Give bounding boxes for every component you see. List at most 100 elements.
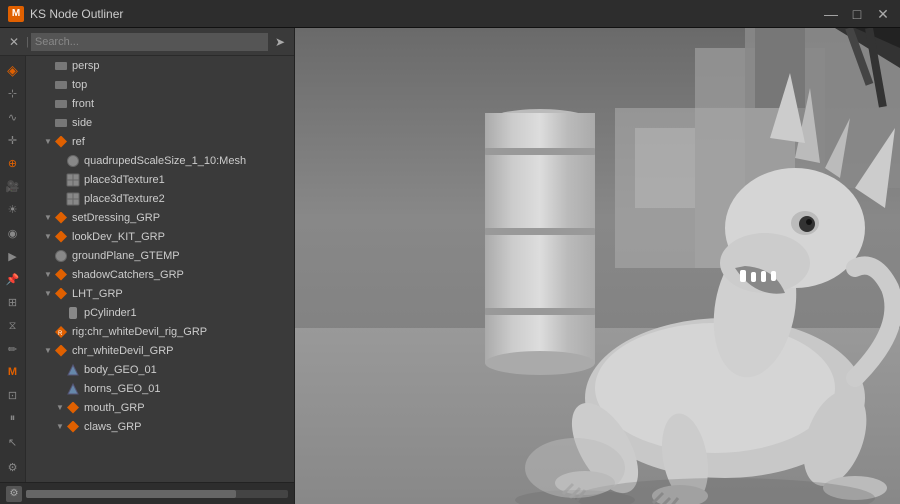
expand-body bbox=[54, 364, 66, 376]
tool-time-icon[interactable]: ⧖ bbox=[2, 315, 24, 336]
label-top: top bbox=[72, 79, 87, 91]
tree-item-quadruped[interactable]: quadrupedScaleSize_1_10:Mesh bbox=[26, 151, 294, 170]
label-lht: LHT_GRP bbox=[72, 288, 123, 300]
tool-pause2-icon[interactable]: ⏸ bbox=[2, 408, 24, 429]
tree-item-lht[interactable]: LHT_GRP bbox=[26, 284, 294, 303]
left-panel: ✕ | ➤ ◈ ⊹ ∿ ✛ ⊕ 🎥 ☀ ◉ ▶ 📌 ⊞ ⧖ ✏ M bbox=[0, 28, 295, 504]
minimize-button[interactable]: — bbox=[822, 5, 840, 23]
tool-box-icon[interactable]: ⊡ bbox=[2, 385, 24, 406]
horizontal-scrollbar[interactable] bbox=[26, 490, 288, 498]
tool-pin-icon[interactable]: 📌 bbox=[2, 269, 24, 290]
group-icon-lookdev bbox=[54, 230, 68, 244]
outliner-content: ◈ ⊹ ∿ ✛ ⊕ 🎥 ☀ ◉ ▶ 📌 ⊞ ⧖ ✏ M ⊡ ⏸ ↖ ⚙ bbox=[0, 56, 294, 482]
tree-item-top[interactable]: top bbox=[26, 75, 294, 94]
tool-light-icon[interactable]: ☀ bbox=[2, 199, 24, 220]
maximize-button[interactable]: □ bbox=[848, 5, 866, 23]
titlebar: M KS Node Outliner — □ ✕ bbox=[0, 0, 900, 28]
group-icon-claws bbox=[66, 420, 80, 434]
tool-paint-icon[interactable]: ∿ bbox=[2, 106, 24, 127]
tool-grid-icon[interactable]: ⊞ bbox=[2, 292, 24, 313]
expand-claws[interactable] bbox=[54, 421, 66, 433]
tree-item-mouth[interactable]: mouth_GRP bbox=[26, 398, 294, 417]
expand-rig bbox=[42, 326, 54, 338]
tree-item-horns[interactable]: horns_GEO_01 bbox=[26, 379, 294, 398]
tool-m-icon[interactable]: M bbox=[2, 362, 24, 383]
tree-item-persp[interactable]: persp bbox=[26, 56, 294, 75]
tree-item-front[interactable]: front bbox=[26, 94, 294, 113]
tool-select-icon[interactable]: ◈ bbox=[2, 60, 24, 81]
tool-edit-icon[interactable]: ✏ bbox=[2, 339, 24, 360]
label-persp: persp bbox=[72, 60, 100, 72]
app-icon: M bbox=[8, 6, 24, 22]
label-lookdev: lookDev_KIT_GRP bbox=[72, 231, 165, 243]
tree-item-pcylinder[interactable]: pCylinder1 bbox=[26, 303, 294, 322]
camera-icon-side bbox=[54, 116, 68, 130]
expand-texture1 bbox=[54, 174, 66, 186]
status-bar: ⚙ bbox=[0, 482, 294, 504]
tree-item-lookdev[interactable]: lookDev_KIT_GRP bbox=[26, 227, 294, 246]
search-input[interactable] bbox=[31, 33, 268, 51]
tool-snap-icon[interactable]: ⊕ bbox=[2, 153, 24, 174]
label-quadruped: quadrupedScaleSize_1_10:Mesh bbox=[84, 155, 246, 167]
label-chr: chr_whiteDevil_GRP bbox=[72, 345, 173, 357]
tool-move-icon[interactable]: ✛ bbox=[2, 130, 24, 151]
tool-material2-icon[interactable]: ◉ bbox=[2, 223, 24, 244]
clear-button[interactable]: ✕ bbox=[4, 32, 24, 52]
tree-item-texture1[interactable]: place3dTexture1 bbox=[26, 170, 294, 189]
toolbar-separator: | bbox=[26, 36, 29, 48]
arrow-button[interactable]: ➤ bbox=[270, 32, 290, 52]
group-icon-setdressing bbox=[54, 211, 68, 225]
tool-lasso-icon[interactable]: ⊹ bbox=[2, 83, 24, 104]
label-texture2: place3dTexture2 bbox=[84, 193, 165, 205]
mesh-icon-ground bbox=[54, 249, 68, 263]
expand-quadruped bbox=[54, 155, 66, 167]
tool-camera2-icon[interactable]: 🎥 bbox=[2, 176, 24, 197]
window-controls: — □ ✕ bbox=[822, 5, 892, 23]
tree-item-body[interactable]: body_GEO_01 bbox=[26, 360, 294, 379]
window-title: KS Node Outliner bbox=[30, 7, 816, 21]
tool-arrow2-icon[interactable]: ↖ bbox=[2, 432, 24, 453]
label-claws: claws_GRP bbox=[84, 421, 141, 433]
camera-icon-front bbox=[54, 97, 68, 111]
expand-ref[interactable] bbox=[42, 136, 54, 148]
expand-chr[interactable] bbox=[42, 345, 54, 357]
label-shadowcatchers: shadowCatchers_GRP bbox=[72, 269, 184, 281]
outliner-tree[interactable]: persp top front side bbox=[26, 56, 294, 482]
tree-item-shadowcatchers[interactable]: shadowCatchers_GRP bbox=[26, 265, 294, 284]
tree-item-claws[interactable]: claws_GRP bbox=[26, 417, 294, 436]
tree-item-setdressing[interactable]: setDressing_GRP bbox=[26, 208, 294, 227]
expand-setdressing[interactable] bbox=[42, 212, 54, 224]
group-icon-rig: R bbox=[54, 325, 68, 339]
label-rig: rig:chr_whiteDevil_rig_GRP bbox=[72, 326, 207, 338]
tool-gear2-icon[interactable]: ⚙ bbox=[2, 457, 24, 478]
tree-item-texture2[interactable]: place3dTexture2 bbox=[26, 189, 294, 208]
geo-icon-horns bbox=[66, 382, 80, 396]
close-button[interactable]: ✕ bbox=[874, 5, 892, 23]
label-horns: horns_GEO_01 bbox=[84, 383, 160, 395]
tree-item-side[interactable]: side bbox=[26, 113, 294, 132]
label-front: front bbox=[72, 98, 94, 110]
geo-icon-body bbox=[66, 363, 80, 377]
expand-shadowcatchers[interactable] bbox=[42, 269, 54, 281]
label-body: body_GEO_01 bbox=[84, 364, 157, 376]
tree-item-groundplane[interactable]: groundPlane_GTEMP bbox=[26, 246, 294, 265]
expand-horns bbox=[54, 383, 66, 395]
expand-lookdev[interactable] bbox=[42, 231, 54, 243]
expand-lht[interactable] bbox=[42, 288, 54, 300]
tree-item-ref[interactable]: ref bbox=[26, 132, 294, 151]
viewport[interactable] bbox=[295, 28, 900, 504]
expand-mouth[interactable] bbox=[54, 402, 66, 414]
tree-item-chr[interactable]: chr_whiteDevil_GRP bbox=[26, 341, 294, 360]
side-icon-bar: ◈ ⊹ ∿ ✛ ⊕ 🎥 ☀ ◉ ▶ 📌 ⊞ ⧖ ✏ M ⊡ ⏸ ↖ ⚙ bbox=[0, 56, 26, 482]
label-setdressing: setDressing_GRP bbox=[72, 212, 160, 224]
label-texture1: place3dTexture1 bbox=[84, 174, 165, 186]
tool-render2-icon[interactable]: ▶ bbox=[2, 246, 24, 267]
expand-texture2 bbox=[54, 193, 66, 205]
scene-svg bbox=[295, 28, 900, 504]
group-icon-chr bbox=[54, 344, 68, 358]
tree-item-rig[interactable]: R rig:chr_whiteDevil_rig_GRP bbox=[26, 322, 294, 341]
mesh-icon-quadruped bbox=[66, 154, 80, 168]
cylinder-icon bbox=[66, 306, 80, 320]
status-gear-icon[interactable]: ⚙ bbox=[6, 486, 22, 502]
expand-front bbox=[42, 98, 54, 110]
